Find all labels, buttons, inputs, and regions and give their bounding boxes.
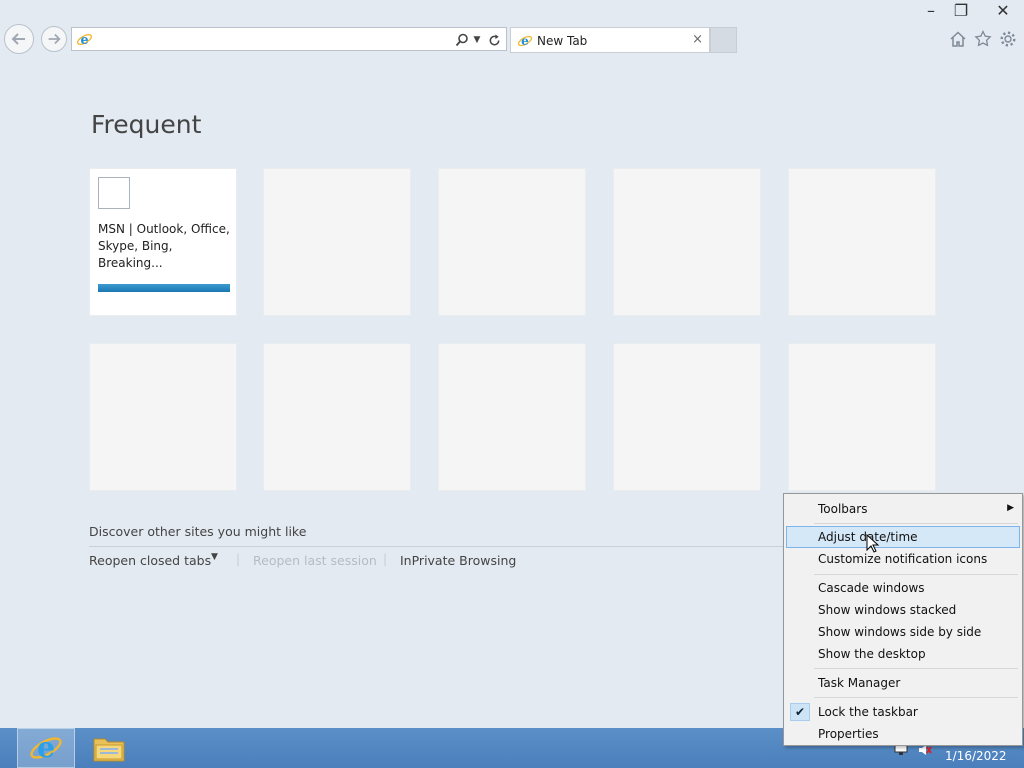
forward-arrow-icon [48,33,61,45]
menu-item-cascade-windows[interactable]: Cascade windows [786,577,1020,599]
menu-item-label: Show the desktop [818,647,926,661]
frequent-tile-empty [263,168,411,316]
discover-sites-link[interactable]: Discover other sites you might like [89,524,306,539]
menu-item-label: Toolbars [818,502,868,516]
svg-text:e: e [521,34,529,48]
reopen-last-session-link: Reopen last session [253,553,377,568]
svg-text:e: e [37,732,55,764]
menu-item-label: Properties [818,727,879,741]
menu-item-toolbars[interactable]: Toolbars ▶ [786,498,1020,520]
menu-item-adjust-date-time[interactable]: Adjust date/time [786,526,1020,548]
tile-title: MSN | Outlook, Office, Skype, Bing, Brea… [98,222,230,270]
menu-item-task-manager[interactable]: Task Manager [786,672,1020,694]
menu-separator [814,574,1018,575]
new-tab-button[interactable] [710,27,737,53]
frequent-tile-empty [788,168,936,316]
frequent-tile-empty [438,168,586,316]
checkmark-icon: ✔ [790,703,810,721]
frequent-tile-empty [613,168,761,316]
svg-text:e: e [80,33,88,48]
menu-item-label: Show windows side by side [818,625,982,639]
menu-separator [814,697,1018,698]
menu-item-label: Cascade windows [818,581,925,595]
menu-item-label: Task Manager [818,676,901,690]
menu-item-lock-the-taskbar[interactable]: ✔ Lock the taskbar [786,701,1020,723]
separator: | [236,552,241,566]
menu-item-customize-notification-icons[interactable]: Customize notification icons [786,548,1020,570]
back-arrow-icon [11,33,25,45]
reopen-closed-tabs-link[interactable]: Reopen closed tabs [89,553,211,568]
address-bar[interactable]: e ▼ [71,27,507,51]
site-thumbnail [98,177,130,209]
frequent-tile-empty [438,343,586,491]
menu-item-label: Show windows stacked [818,603,957,617]
menu-separator [814,523,1018,524]
ie-icon: e [30,732,62,764]
taskbar-file-explorer-button[interactable] [86,728,132,768]
tab-label: New Tab [537,34,588,48]
tab-new-tab[interactable]: e New Tab × [510,27,710,53]
frequent-tile-empty [788,343,936,491]
taskbar-clock-date[interactable]: 1/16/2022 [945,749,1007,763]
close-tab-icon[interactable]: × [692,32,703,47]
menu-item-show-the-desktop[interactable]: Show the desktop [786,643,1020,665]
frequent-tile-empty [89,343,237,491]
submenu-arrow-icon: ▶ [1007,503,1014,513]
close-window-button[interactable]: ✕ [985,0,1021,20]
divider [89,546,789,547]
address-input[interactable] [98,30,432,50]
ie-page-icon: e [76,33,93,48]
inprivate-browsing-link[interactable]: InPrivate Browsing [400,553,516,568]
ie-tab-icon: e [517,34,533,48]
page-title: Frequent [91,110,202,139]
frequent-tile-empty [263,343,411,491]
home-icon[interactable] [947,29,969,49]
frequent-tile-empty [613,343,761,491]
gear-icon[interactable] [997,29,1019,49]
menu-item-properties[interactable]: Properties [786,723,1020,745]
folder-icon [93,738,125,762]
star-icon[interactable] [972,29,994,49]
chevron-down-icon[interactable]: ▼ [471,31,483,49]
forward-button[interactable] [41,26,67,52]
menu-item-label: Customize notification icons [818,552,988,566]
taskbar-internet-explorer-button[interactable]: e [17,728,75,768]
refresh-icon[interactable] [486,31,502,49]
minimize-button[interactable]: – [916,0,946,20]
menu-item-show-windows-stacked[interactable]: Show windows stacked [786,599,1020,621]
menu-separator [814,668,1018,669]
taskbar-context-menu: Toolbars ▶ Adjust date/time Customize no… [783,493,1023,746]
restore-button[interactable]: ❐ [946,0,976,20]
menu-item-show-windows-side-by-side[interactable]: Show windows side by side [786,621,1020,643]
search-icon[interactable] [454,31,470,49]
browser-chrome: e ▼ e New Tab × – ❐ ✕ [0,0,1024,56]
chevron-down-icon[interactable]: ▼ [211,552,218,562]
frequent-tile-msn[interactable]: MSN | Outlook, Office, Skype, Bing, Brea… [89,168,237,316]
menu-item-label: Lock the taskbar [818,705,918,719]
visit-frequency-bar [98,284,230,292]
separator: | [383,552,388,566]
back-button[interactable] [4,24,34,54]
mouse-cursor-icon [866,534,880,553]
